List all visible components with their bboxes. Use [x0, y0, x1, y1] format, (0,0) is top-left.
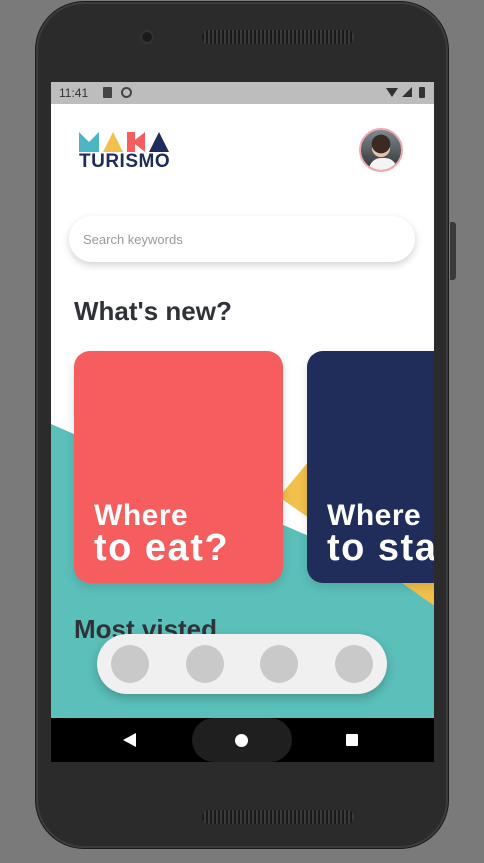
card-where-to-stay[interactable]: Where to stay?	[307, 351, 434, 583]
logo-mark	[79, 132, 169, 152]
status-bar: 11:41	[51, 82, 434, 104]
battery-icon	[419, 87, 425, 98]
bottom-speaker	[202, 810, 354, 824]
signal-icon	[402, 87, 412, 97]
app-content: TURISMO What's new? Where to eat? Where …	[51, 104, 434, 718]
search-input[interactable]	[69, 216, 415, 262]
nav-item-1[interactable]	[111, 645, 149, 683]
home-icon[interactable]	[235, 734, 248, 747]
logo-text: TURISMO	[79, 151, 171, 172]
earpiece-speaker	[202, 30, 354, 44]
card-title-line2: to eat?	[94, 527, 230, 569]
back-icon[interactable]	[123, 733, 136, 747]
app-logo: TURISMO	[79, 132, 171, 172]
screen: 11:41 TURISMO What's new? Where to eat?	[51, 82, 434, 762]
profile-avatar[interactable]	[359, 128, 403, 172]
bottom-navigation	[97, 634, 387, 694]
section-title-whats-new: What's new?	[74, 296, 232, 326]
system-navigation-bar	[51, 718, 434, 762]
nav-item-2[interactable]	[186, 645, 224, 683]
sync-icon	[121, 87, 132, 98]
avatar-shirt	[369, 158, 397, 170]
front-camera	[142, 32, 152, 42]
nav-item-4[interactable]	[335, 645, 373, 683]
sd-card-icon	[103, 87, 112, 98]
card-where-to-eat[interactable]: Where to eat?	[74, 351, 283, 583]
wifi-icon	[386, 88, 398, 97]
side-button	[450, 222, 456, 280]
status-time: 11:41	[59, 86, 89, 100]
recent-apps-icon[interactable]	[346, 734, 358, 746]
nav-item-3[interactable]	[260, 645, 298, 683]
card-title-line2: to stay?	[327, 527, 434, 569]
